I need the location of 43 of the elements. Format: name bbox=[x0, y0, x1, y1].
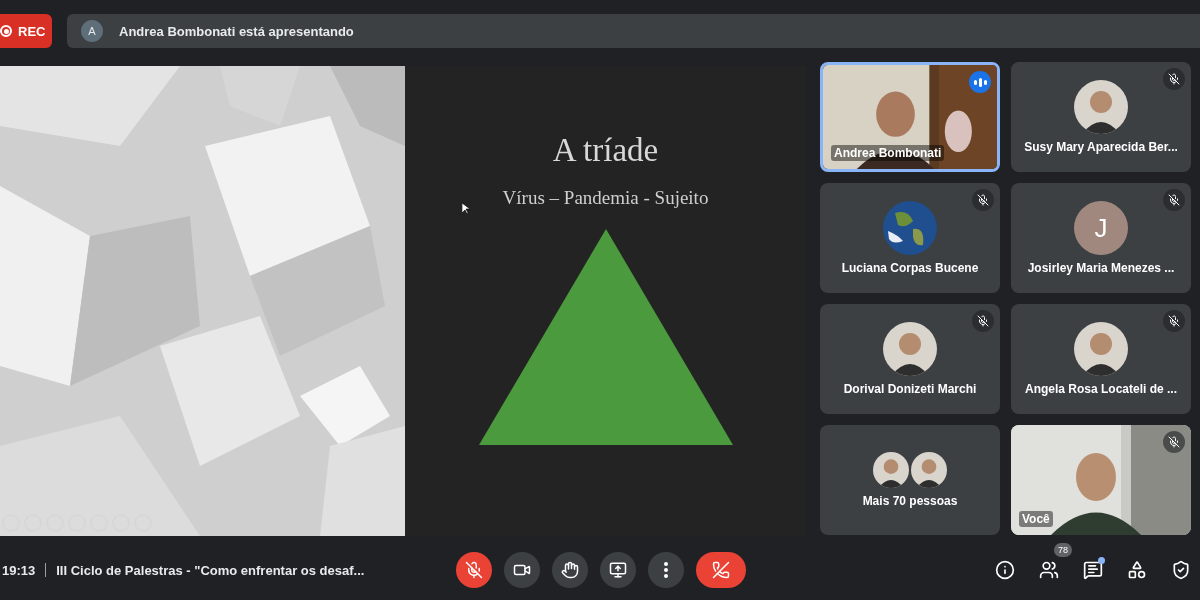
participant-name: Dorival Donizeti Marchi bbox=[843, 382, 977, 396]
participant-name: Angela Rosa Locateli de ... bbox=[1024, 382, 1177, 396]
participant-name: Josirley Maria Menezes ... bbox=[1027, 261, 1175, 275]
participant-tile[interactable]: Susy Mary Aparecida Ber... bbox=[1011, 62, 1191, 172]
meeting-title: III Ciclo de Palestras - "Como enfrentar os desaf... bbox=[56, 562, 365, 578]
participant-count: 78 bbox=[1054, 543, 1072, 557]
info-icon bbox=[995, 560, 1015, 580]
hangup-button[interactable] bbox=[696, 552, 746, 588]
present-button[interactable] bbox=[600, 552, 636, 588]
participant-name: Você bbox=[1019, 511, 1053, 527]
hand-icon bbox=[561, 561, 579, 579]
people-icon bbox=[1039, 560, 1059, 580]
shield-icon bbox=[1171, 560, 1191, 580]
participant-name: Andrea Bombonati bbox=[831, 145, 945, 161]
shapes-icon bbox=[1127, 560, 1147, 580]
participant-tile[interactable]: Angela Rosa Locateli de ... bbox=[1011, 304, 1191, 414]
chat-icon bbox=[1083, 560, 1103, 580]
more-icon bbox=[664, 562, 668, 578]
slide-title: A tríade bbox=[552, 132, 659, 169]
mic-off-icon bbox=[465, 561, 483, 579]
mic-button[interactable] bbox=[456, 552, 492, 588]
camera-button[interactable] bbox=[504, 552, 540, 588]
participant-name: Susy Mary Aparecida Ber... bbox=[1024, 140, 1178, 154]
avatar: A bbox=[81, 20, 103, 42]
participant-tile[interactable]: Andrea Bombonati bbox=[820, 62, 1000, 172]
present-screen-icon bbox=[609, 561, 627, 579]
more-button[interactable] bbox=[648, 552, 684, 588]
hand-button[interactable] bbox=[552, 552, 588, 588]
phone-icon bbox=[712, 561, 730, 579]
participant-tile[interactable]: Mais 70 pessoas bbox=[820, 425, 1000, 535]
record-icon bbox=[0, 25, 12, 37]
participant-tile[interactable]: Você bbox=[1011, 425, 1191, 535]
participant-tile[interactable]: Luciana Corpas Bucene bbox=[820, 183, 1000, 293]
presenter-text: Andrea Bombonati está apresentando bbox=[119, 23, 354, 39]
participant-tile[interactable]: Dorival Donizeti Marchi bbox=[820, 304, 1000, 414]
participant-name: Mais 70 pessoas bbox=[862, 494, 958, 508]
avatar: J bbox=[1074, 201, 1128, 255]
recording-indicator[interactable]: REC bbox=[0, 14, 52, 48]
participant-name: Luciana Corpas Bucene bbox=[841, 261, 979, 275]
participant-tile[interactable]: J Josirley Maria Menezes ... bbox=[1011, 183, 1191, 293]
slide-subtitle: Vírus – Pandemia - Sujeito bbox=[502, 187, 709, 209]
mouse-pointer-icon bbox=[462, 203, 470, 215]
clock-time: 19:13 bbox=[2, 562, 36, 578]
